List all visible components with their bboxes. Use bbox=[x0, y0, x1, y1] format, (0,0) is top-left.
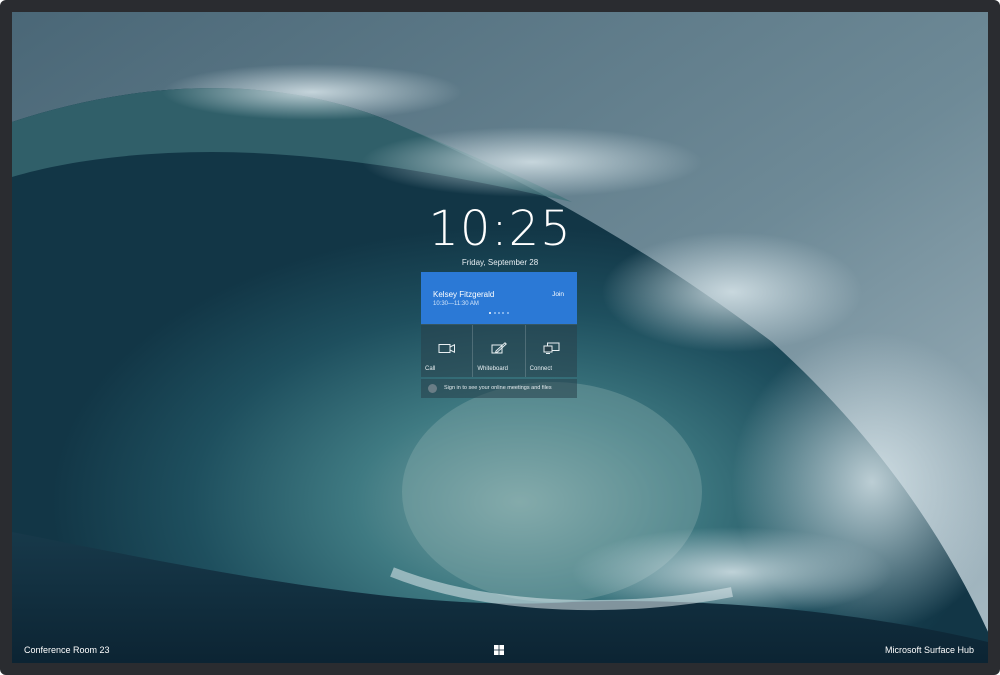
page-indicator bbox=[421, 301, 577, 319]
page-dot[interactable] bbox=[498, 312, 500, 314]
pen-whiteboard-icon bbox=[473, 341, 524, 359]
signin-row[interactable]: Sign in to see your online meetings and … bbox=[421, 379, 577, 398]
quick-actions: Call Whiteboard Connect bbox=[421, 324, 577, 377]
lock-screen: 10:25 Friday, September 28 Kelsey Fitzge… bbox=[12, 12, 988, 663]
person-icon bbox=[428, 384, 437, 393]
page-dot[interactable] bbox=[506, 312, 509, 314]
call-button[interactable]: Call bbox=[421, 325, 474, 377]
lock-clock: 10:25 bbox=[428, 201, 572, 257]
connect-label: Connect bbox=[529, 366, 553, 372]
screen-cast-icon bbox=[526, 341, 577, 359]
device-name: Microsoft Surface Hub bbox=[884, 645, 974, 655]
call-label: Call bbox=[425, 366, 436, 372]
whiteboard-button[interactable]: Whiteboard bbox=[473, 325, 526, 377]
lock-date: Friday, September 28 bbox=[461, 258, 539, 267]
page-dot[interactable] bbox=[489, 312, 492, 314]
page-dot[interactable] bbox=[502, 312, 505, 314]
windows-logo-icon[interactable] bbox=[494, 645, 504, 655]
meeting-organizer: Kelsey Fitzgerald bbox=[433, 290, 495, 299]
join-button[interactable]: Join bbox=[552, 291, 564, 298]
video-camera-icon bbox=[421, 341, 472, 359]
meeting-card[interactable]: Kelsey Fitzgerald 10:30—11:30 AM Join bbox=[421, 272, 577, 324]
page-dot[interactable] bbox=[493, 312, 496, 314]
meeting-panel: Kelsey Fitzgerald 10:30—11:30 AM Join Ca… bbox=[421, 272, 577, 398]
room-name: Conference Room 23 bbox=[24, 645, 110, 655]
signin-text: Sign in to see your online meetings and … bbox=[444, 385, 552, 391]
connect-button[interactable]: Connect bbox=[526, 325, 577, 377]
whiteboard-label: Whiteboard bbox=[477, 366, 509, 372]
surface-hub-device: 10:25 Friday, September 28 Kelsey Fitzge… bbox=[0, 0, 1000, 675]
